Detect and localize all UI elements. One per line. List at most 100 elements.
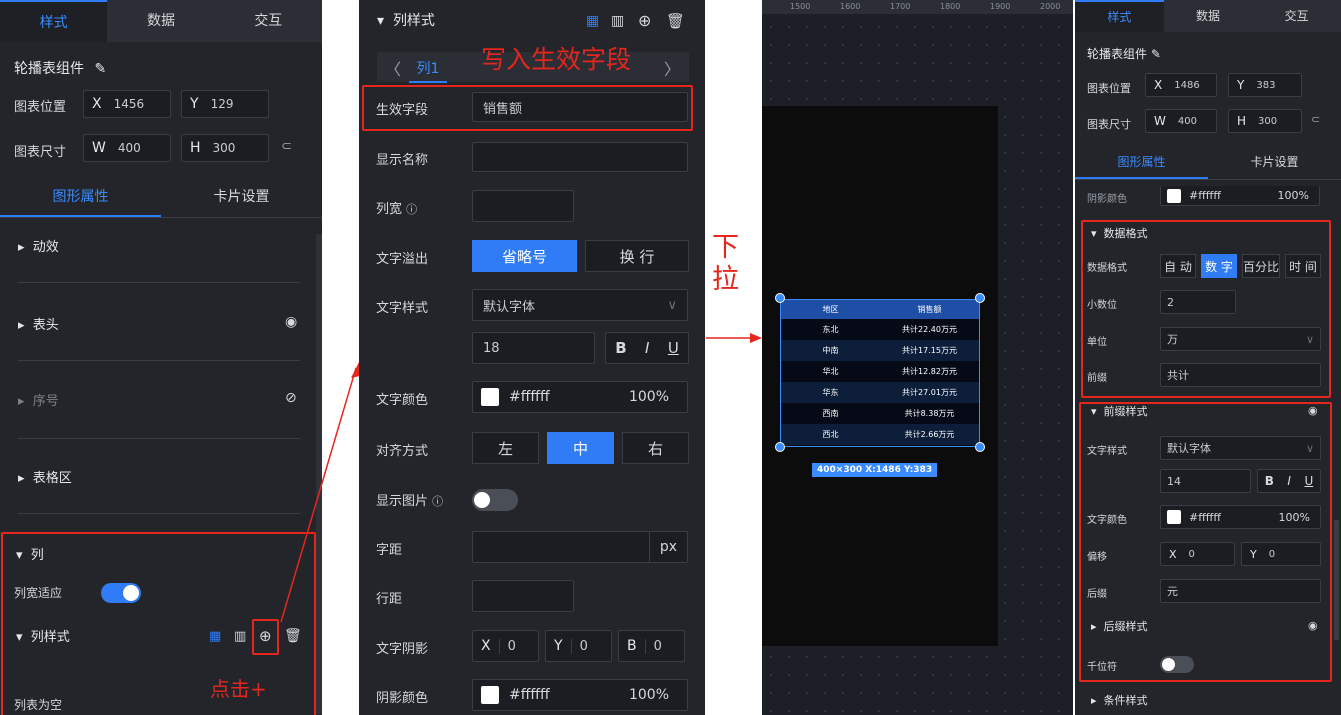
tab-column-1[interactable]: 列1 <box>409 58 447 83</box>
section-data-format[interactable]: ▾ 数据格式 <box>1091 225 1148 241</box>
section-prefix-style[interactable]: ▾ 前缀样式 <box>1091 403 1148 419</box>
resize-handle[interactable] <box>775 442 785 452</box>
text-color-label: 文字颜色 <box>1087 515 1127 526</box>
subtabs: 图形属性 卡片设置 <box>1075 146 1341 180</box>
tab-style[interactable]: 样式 <box>1075 0 1164 32</box>
resize-handle[interactable] <box>975 442 985 452</box>
component-name: 轮播表组件 ✎ <box>1087 47 1161 61</box>
prefix-input[interactable]: 共计 <box>1160 363 1321 387</box>
font-size-input[interactable]: 18 <box>472 332 595 364</box>
size-w-input[interactable]: W 400 <box>1145 109 1217 133</box>
overflow-ellipsis-button[interactable]: 省略号 <box>472 240 577 272</box>
format-time-button[interactable]: 时 间 <box>1285 254 1321 278</box>
line-height-input[interactable] <box>472 580 574 612</box>
color-swatch[interactable] <box>481 388 499 406</box>
align-center-button[interactable]: 中 <box>547 432 614 464</box>
region-cell: 西南 <box>822 409 839 418</box>
eye-icon[interactable]: ◉ <box>1308 619 1318 632</box>
shadow-y-input[interactable]: Y0 <box>545 630 612 662</box>
resize-handle[interactable] <box>775 293 785 303</box>
overflow-wrap-button[interactable]: 换 行 <box>585 240 689 272</box>
font-select[interactable]: 默认字体 ∨ <box>472 289 688 321</box>
add-circle-icon[interactable]: ⊕ <box>638 11 651 30</box>
text-shadow-label: 文字阴影 <box>376 642 429 657</box>
region-cell: 西北 <box>822 430 839 439</box>
table-row: 西北 共计2.66万元 <box>781 424 979 445</box>
region-cell: 华东 <box>822 388 839 397</box>
pos-x-input[interactable]: X 1486 <box>1145 73 1217 97</box>
eye-icon[interactable]: ◉ <box>1308 404 1318 417</box>
edit-icon[interactable]: ✎ <box>1151 47 1161 61</box>
text-color-picker[interactable]: #ffffff 100% <box>472 381 688 413</box>
trash-icon[interactable]: 🗑 <box>666 12 685 30</box>
prefix-label: 前缀 <box>1087 373 1107 384</box>
subtab-card[interactable]: 卡片设置 <box>1208 146 1341 179</box>
sales-cell: 共计8.38万元 <box>904 409 955 418</box>
shadow-blur-input[interactable]: B0 <box>618 630 685 662</box>
annotation-scroll-down: 下 拉 <box>712 232 739 295</box>
pos-y-input[interactable]: Y 383 <box>1228 73 1302 97</box>
table-row: 西南 共计8.38万元 <box>781 403 979 424</box>
color-swatch[interactable] <box>1167 510 1181 524</box>
size-h-input[interactable]: H 300 <box>1228 109 1302 133</box>
shadow-color-label: 阴影颜色 <box>1087 194 1127 205</box>
region-cell: 中南 <box>822 346 839 355</box>
scrollbar[interactable] <box>1334 520 1339 640</box>
thousands-label: 千位符 <box>1087 662 1117 673</box>
text-color-label: 文字颜色 <box>376 393 429 408</box>
columns-icon[interactable]: ▥ <box>611 13 624 29</box>
italic-button[interactable]: I <box>1287 474 1291 488</box>
column-width-input[interactable] <box>472 190 574 222</box>
format-number-button[interactable]: 数 字 <box>1201 254 1237 278</box>
resize-handle[interactable] <box>975 293 985 303</box>
subtab-graphic[interactable]: 图形属性 <box>1075 146 1208 179</box>
grid-icon[interactable]: ▦ <box>586 13 599 29</box>
thousands-toggle[interactable] <box>1160 656 1194 673</box>
field-input[interactable]: 销售额 <box>472 92 688 122</box>
link-ratio-icon[interactable]: ⊂ <box>1311 113 1320 126</box>
letter-spacing-label: 字距 <box>376 543 403 558</box>
show-image-toggle[interactable] <box>472 489 518 511</box>
help-icon[interactable]: ⓘ <box>432 495 443 508</box>
underline-button[interactable]: U <box>1304 474 1313 488</box>
bold-button[interactable]: B <box>1265 474 1274 488</box>
chevron-right-icon[interactable]: 〉 <box>664 56 680 80</box>
color-swatch[interactable] <box>481 686 499 704</box>
unit-select[interactable]: 万 ∨ <box>1160 327 1321 351</box>
shadow-color-picker[interactable]: #ffffff 100% <box>1160 186 1320 206</box>
design-canvas[interactable]: 1500 1600 1700 1800 1900 2000 地区 销售额 东北共… <box>762 0 1073 715</box>
bold-button[interactable]: B <box>615 339 626 357</box>
tab-interaction[interactable]: 交互 <box>1252 0 1341 32</box>
underline-button[interactable]: U <box>668 339 679 357</box>
offset-y-input[interactable]: Y0 <box>1241 542 1321 566</box>
align-left-button[interactable]: 左 <box>472 432 539 464</box>
table-row: 中南 共计17.15万元 <box>781 340 979 361</box>
chevron-left-icon[interactable]: 〈 <box>385 56 401 80</box>
suffix-input[interactable]: 元 <box>1160 579 1321 603</box>
display-name-input[interactable] <box>472 142 688 172</box>
shadow-x-input[interactable]: X0 <box>472 630 539 662</box>
tab-data[interactable]: 数据 <box>1164 0 1253 32</box>
offset-x-input[interactable]: X0 <box>1160 542 1235 566</box>
letter-spacing-input[interactable]: px <box>472 531 688 563</box>
color-swatch[interactable] <box>1167 188 1181 203</box>
text-color-picker[interactable]: #ffffff 100% <box>1160 505 1321 529</box>
font-size-input[interactable]: 14 <box>1160 469 1251 493</box>
shadow-color-picker[interactable]: #ffffff 100% <box>472 679 688 711</box>
italic-button[interactable]: I <box>645 339 649 357</box>
section-conditional-style[interactable]: ▸ 条件样式 <box>1091 692 1148 708</box>
table-row: 华东 共计27.01万元 <box>781 382 979 403</box>
field-label: 生效字段 <box>376 103 429 118</box>
section-suffix-style[interactable]: ▸ 后缀样式 <box>1091 618 1148 634</box>
carousel-table[interactable]: 地区 销售额 东北 共计22.40万元 中南 共计17.15万元 华北 共计12.82万元… <box>780 299 980 447</box>
align-right-button[interactable]: 右 <box>622 432 689 464</box>
format-auto-button[interactable]: 自 动 <box>1160 254 1196 278</box>
column-style-panel: ▾ 列样式 ▦ ▥ ⊕ 🗑 〈 列1 〉 写入生效字段 生效字段 销售额 显示名… <box>359 0 705 715</box>
text-style-label: 文字样式 <box>376 301 429 316</box>
decimals-input[interactable]: 2 <box>1160 290 1236 314</box>
sales-cell: 共计22.40万元 <box>902 325 957 334</box>
format-percent-button[interactable]: 百分比 <box>1242 254 1280 278</box>
column-style-header[interactable]: ▾ 列样式 <box>377 10 435 30</box>
font-select[interactable]: 默认字体 ∨ <box>1160 436 1321 460</box>
help-icon[interactable]: ⓘ <box>406 203 417 216</box>
